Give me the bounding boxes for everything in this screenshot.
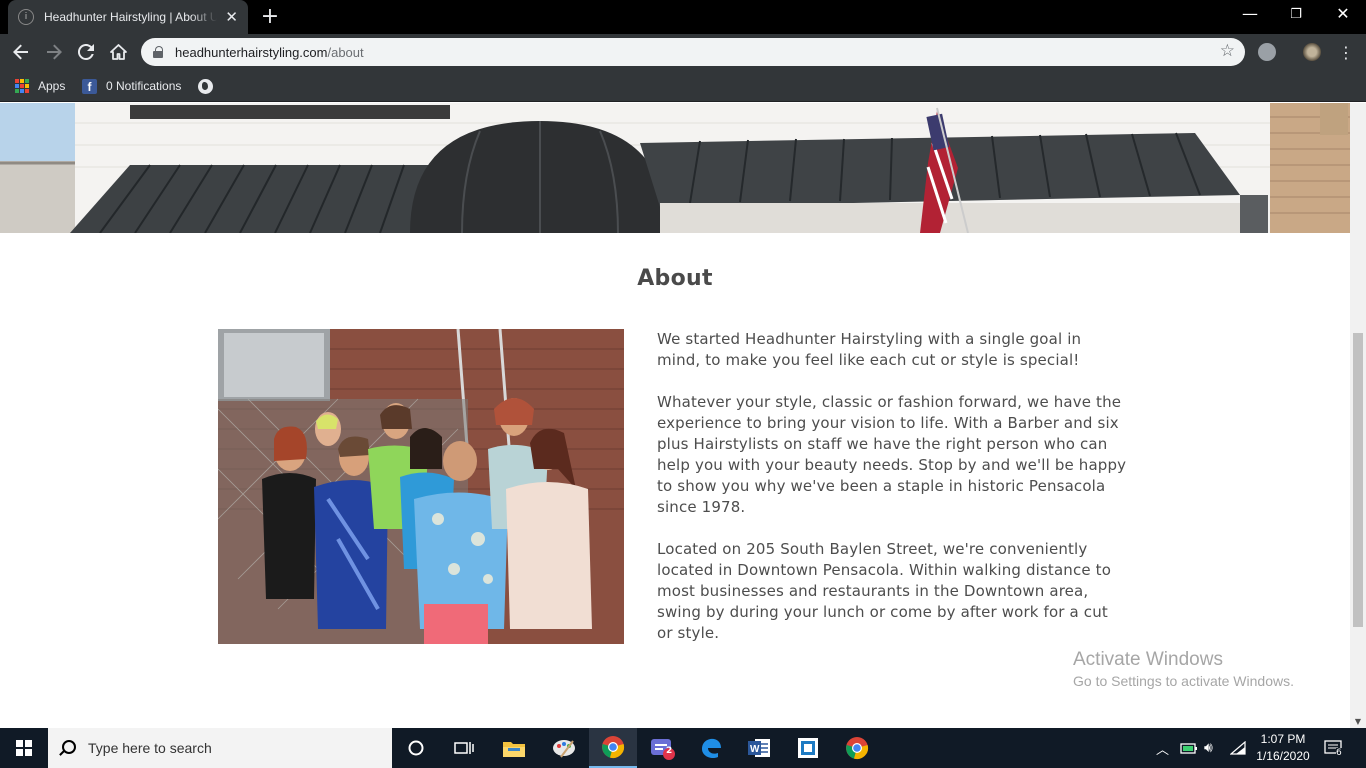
task-view-icon[interactable] xyxy=(440,728,488,768)
profile-avatar[interactable] xyxy=(1303,43,1321,61)
team-photo-illustration xyxy=(218,329,624,644)
start-button[interactable] xyxy=(0,728,48,768)
team-photo xyxy=(218,329,624,644)
folder-icon xyxy=(503,742,525,757)
globe-icon xyxy=(198,78,213,94)
edge-icon[interactable] xyxy=(687,728,735,768)
reload-button[interactable] xyxy=(73,39,99,65)
taskbar-search-box[interactable]: Type here to search xyxy=(48,728,392,768)
url-path: /about xyxy=(327,44,364,60)
back-button[interactable] xyxy=(8,39,34,65)
forward-button[interactable] xyxy=(41,39,67,65)
minimize-button[interactable]: — xyxy=(1227,4,1273,23)
word-icon[interactable]: W xyxy=(735,728,783,768)
bookmarks-bar: Apps f 0 Notifications xyxy=(0,70,1366,102)
chevron-up-icon: ︿ xyxy=(1156,742,1170,758)
mail-badge: 2 xyxy=(666,746,673,756)
battery-icon[interactable] xyxy=(1180,728,1198,768)
bookmark-apps-label: Apps xyxy=(38,79,66,93)
browser-titlebar: i Headhunter Hairstyling | About Us ✕ + … xyxy=(0,0,1366,34)
about-paragraph: We started Headhunter Hairstyling with a… xyxy=(657,330,1082,369)
volume-icon[interactable]: 🔊︎ xyxy=(1204,728,1213,768)
chrome-icon xyxy=(846,737,869,760)
bookmark-notifications-label: 0 Notifications xyxy=(106,79,182,93)
reload-icon xyxy=(78,44,94,60)
bookmark-apps[interactable]: Apps xyxy=(15,76,65,96)
arrow-right-icon xyxy=(47,44,62,60)
url-host: headhunterhairstyling.com xyxy=(175,44,328,60)
task-view-glyph-icon xyxy=(454,742,474,754)
facebook-icon: f xyxy=(82,78,97,94)
wifi-icon[interactable] xyxy=(1230,728,1246,768)
activate-windows-subtitle: Go to Settings to activate Windows. xyxy=(1073,673,1294,689)
scrollbar-thumb[interactable] xyxy=(1353,333,1363,627)
chrome-taskbar-active[interactable] xyxy=(589,728,637,768)
about-text: We started Headhunter Hairstyling with a… xyxy=(657,329,1127,665)
bookmark-globe[interactable] xyxy=(198,76,213,96)
svg-text:W: W xyxy=(750,744,760,755)
paint-icon[interactable] xyxy=(540,728,588,768)
site-favicon-icon: i xyxy=(18,9,34,25)
activate-windows-title: Activate Windows xyxy=(1073,649,1223,670)
lock-icon xyxy=(153,46,163,58)
battery-glyph-icon xyxy=(1180,743,1197,754)
clock-date: 1/16/2020 xyxy=(1256,749,1310,763)
action-center-button[interactable]: 6 xyxy=(1324,728,1344,768)
bookmark-notifications[interactable]: f 0 Notifications xyxy=(82,76,181,96)
browser-tab[interactable]: i Headhunter Hairstyling | About Us ✕ xyxy=(8,0,248,34)
chrome-icon xyxy=(602,736,625,759)
windows-logo-icon xyxy=(16,740,32,756)
bookmark-star-icon[interactable]: ☆ xyxy=(1220,41,1235,61)
extension-icon[interactable] xyxy=(1258,43,1276,61)
search-placeholder: Type here to search xyxy=(88,740,212,756)
file-explorer-icon[interactable] xyxy=(490,728,538,768)
wifi-glyph-icon xyxy=(1230,741,1246,755)
store-app-icon[interactable] xyxy=(784,728,832,768)
page-title: About xyxy=(637,266,713,291)
storefront-illustration xyxy=(0,103,1350,233)
home-icon xyxy=(109,44,127,60)
mail-app-icon[interactable]: 2 xyxy=(638,728,686,768)
scroll-down-arrow-icon[interactable]: ▼ xyxy=(1350,717,1366,726)
show-hidden-icons-button[interactable]: ︿ xyxy=(1156,728,1169,768)
cortana-icon[interactable] xyxy=(392,728,440,768)
browser-menu-button[interactable]: ⋮ xyxy=(1333,39,1359,65)
taskbar-clock[interactable]: 1:07 PM 1/16/2020 xyxy=(1248,731,1318,765)
about-paragraph: Whatever your style, classic or fashion … xyxy=(657,393,1127,516)
clock-time: 1:07 PM xyxy=(1260,732,1306,746)
restore-button[interactable]: ❐ xyxy=(1273,7,1319,22)
app-icon xyxy=(798,738,818,758)
activate-windows-watermark: Activate Windows Go to Settings to activ… xyxy=(1073,649,1294,689)
windows-taskbar: Type here to search 2 W ︿ 🔊︎ 1:07 PM 1/1… xyxy=(0,728,1366,768)
new-tab-button[interactable]: + xyxy=(258,4,282,29)
browser-toolbar: headhunterhairstyling.com/about ☆ ⋮ xyxy=(0,34,1366,70)
cortana-circle-icon xyxy=(408,740,424,756)
close-tab-icon[interactable]: ✕ xyxy=(225,8,238,26)
tab-title: Headhunter Hairstyling | About Us xyxy=(44,10,218,24)
word-logo-icon: W xyxy=(748,739,770,757)
search-icon xyxy=(62,739,76,754)
edge-logo-icon xyxy=(702,738,721,759)
address-bar[interactable]: headhunterhairstyling.com/about ☆ xyxy=(141,38,1245,66)
page-viewport: About We started Headhunter Hairstyling … xyxy=(0,103,1366,728)
chrome-second-icon[interactable] xyxy=(833,728,881,768)
home-button[interactable] xyxy=(105,39,131,65)
apps-grid-icon xyxy=(15,79,29,93)
arrow-left-icon xyxy=(13,44,28,60)
notification-count: 6 xyxy=(1336,748,1342,758)
hero-storefront-image xyxy=(0,103,1350,233)
about-paragraph: Located on 205 South Baylen Street, we'r… xyxy=(657,540,1112,642)
page-scrollbar[interactable]: ▼ xyxy=(1350,103,1366,728)
palette-icon xyxy=(553,740,575,758)
close-window-button[interactable]: ✕ xyxy=(1320,4,1366,23)
